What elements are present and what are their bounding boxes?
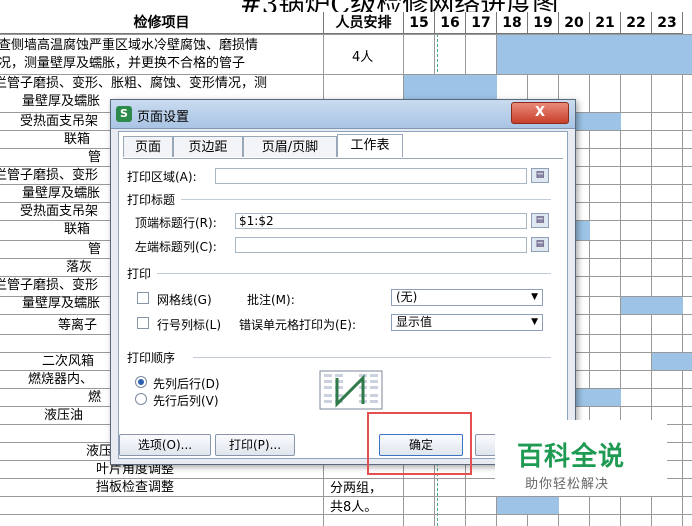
task-row-label[interactable]: 管 [88, 242, 101, 258]
task-row-label[interactable]: 况，测量壁厚及蠕胀，并更换不合格的管子 [0, 56, 245, 72]
order-over-then-down-label[interactable]: 先行后列(V) [153, 392, 219, 409]
task-row-label[interactable]: 二次风箱 [42, 354, 94, 370]
task-row-label[interactable]: 查侧墙高温腐蚀严重区域水冷壁腐蚀、磨损情 [0, 38, 258, 54]
task-row-label[interactable]: 燃烧器内、 [28, 372, 93, 388]
row-col-headers-label[interactable]: 行号列标(L) [157, 316, 221, 333]
task-row-label[interactable]: 量壁厚及蠕胀 [22, 296, 100, 312]
dialog-titlebar[interactable]: S 页面设置 X [111, 100, 575, 129]
print-button[interactable]: 打印(P)... [215, 434, 295, 456]
task-row-label[interactable]: 量壁厚及蠕胀 [22, 94, 100, 110]
header-day[interactable]: 15 [404, 12, 435, 34]
sheet-title: #3锅炉C级检修网络进度图 [0, 0, 692, 12]
task-row-label[interactable]: 拦管子磨损、变形 [0, 168, 98, 184]
separator [193, 357, 551, 358]
header-day[interactable]: 22 [621, 12, 652, 34]
header-day[interactable]: 16 [435, 12, 466, 34]
print-titles-label: 打印标题 [127, 193, 176, 207]
cell-errors-value: 显示值 [396, 315, 433, 329]
print-area-picker-icon[interactable]: ▤ [531, 168, 549, 183]
task-row-label[interactable]: 拦管子磨损、变形、胀粗、腐蚀、变形情况，测 [0, 76, 267, 92]
watermark-title: 百科全说 [517, 442, 626, 472]
order-over-then-down-radio[interactable] [135, 393, 147, 405]
task-row-label[interactable]: 挡板检查调整 [96, 480, 174, 496]
gantt-bar[interactable] [497, 35, 692, 74]
left-cols-input[interactable] [235, 237, 527, 253]
header-day[interactable]: 19 [528, 12, 559, 34]
gantt-bar[interactable] [497, 497, 559, 514]
header-item[interactable]: 检修项目 [0, 12, 324, 34]
staff-cell[interactable]: 共8人。 [330, 500, 377, 516]
tab-margins[interactable]: 页边距 [173, 136, 243, 157]
page-order-preview-icon [319, 370, 383, 410]
tab-page[interactable]: 页面 [123, 136, 173, 157]
task-row-label[interactable]: 量壁厚及蠕胀 [22, 186, 100, 202]
comments-label: 批注(M): [247, 293, 295, 307]
order-down-then-over-label[interactable]: 先列后行(D) [153, 375, 220, 392]
app-icon: S [116, 106, 132, 122]
header-day[interactable]: 23 [652, 12, 683, 34]
highlight-box [367, 412, 472, 475]
order-down-then-over-radio[interactable] [135, 376, 147, 388]
task-row-label[interactable]: 燃 [88, 390, 101, 406]
watermark-subtitle: 助你轻松解决 [525, 477, 610, 492]
staff-cell[interactable]: 分两组， [330, 481, 382, 497]
header-day[interactable]: 18 [497, 12, 528, 34]
task-row-label[interactable]: 液压油 [44, 408, 83, 424]
top-rows-label: 顶端标题行(R): [135, 216, 217, 230]
page-setup-dialog: S 页面设置 X 页面 页边距 页眉/页脚 工作表 打印区域(A): ▤ 打印标… [110, 99, 576, 465]
gridline [0, 74, 692, 75]
print-area-input[interactable] [215, 168, 527, 184]
task-row-label[interactable]: 等离子 [58, 318, 97, 334]
comments-value: (无) [396, 290, 418, 304]
top-rows-input[interactable]: $1:$2 [235, 213, 527, 229]
print-area-label: 打印区域(A): [127, 170, 197, 184]
top-rows-picker-icon[interactable]: ▤ [531, 213, 549, 228]
tab-sheet[interactable]: 工作表 [337, 134, 403, 157]
task-row-label[interactable]: 受热面支吊架 [20, 114, 98, 130]
page-order-label: 打印顺序 [127, 351, 176, 365]
options-button[interactable]: 选项(O)... [119, 434, 211, 456]
task-row-label[interactable]: 管 [88, 150, 101, 166]
header-day[interactable]: 17 [466, 12, 497, 34]
chevron-down-icon: ▼ [531, 292, 538, 302]
task-row-label[interactable]: 联箱 [64, 132, 90, 148]
separator [181, 199, 551, 200]
comments-select[interactable]: (无) ▼ [391, 289, 543, 306]
gantt-bar[interactable] [621, 297, 683, 314]
gridlines-checkbox[interactable] [137, 292, 149, 304]
staff-cell[interactable]: 4人 [352, 50, 373, 66]
dialog-title: 页面设置 [137, 110, 190, 125]
row-col-headers-checkbox[interactable] [137, 317, 149, 329]
task-row-label[interactable]: 落灰 [66, 260, 92, 276]
header-day[interactable]: 20 [559, 12, 590, 34]
left-cols-picker-icon[interactable]: ▤ [531, 237, 549, 252]
tab-divider [123, 158, 563, 159]
chevron-down-icon: ▼ [531, 317, 538, 327]
header-staff[interactable]: 人员安排 [324, 12, 404, 34]
task-row-label[interactable]: 受热面支吊架 [20, 204, 98, 220]
task-row-label[interactable]: 拦管子磨损、变形 [0, 278, 98, 294]
gantt-bar[interactable] [652, 353, 692, 370]
close-button[interactable]: X [511, 102, 569, 124]
header-day[interactable]: 21 [590, 12, 621, 34]
task-row-label[interactable]: 联箱 [64, 222, 90, 238]
watermark: 百科全说 助你轻松解决 [495, 420, 667, 496]
separator [157, 273, 551, 274]
tab-header-footer[interactable]: 页眉/页脚 [243, 136, 337, 157]
print-section-label: 打印 [127, 267, 152, 281]
cell-errors-label: 错误单元格打印为(E): [239, 318, 356, 332]
gridline [682, 34, 683, 526]
left-cols-label: 左端标题列(C): [135, 240, 217, 254]
cell-errors-select[interactable]: 显示值 ▼ [391, 314, 543, 331]
gridlines-label[interactable]: 网格线(G) [157, 291, 212, 308]
